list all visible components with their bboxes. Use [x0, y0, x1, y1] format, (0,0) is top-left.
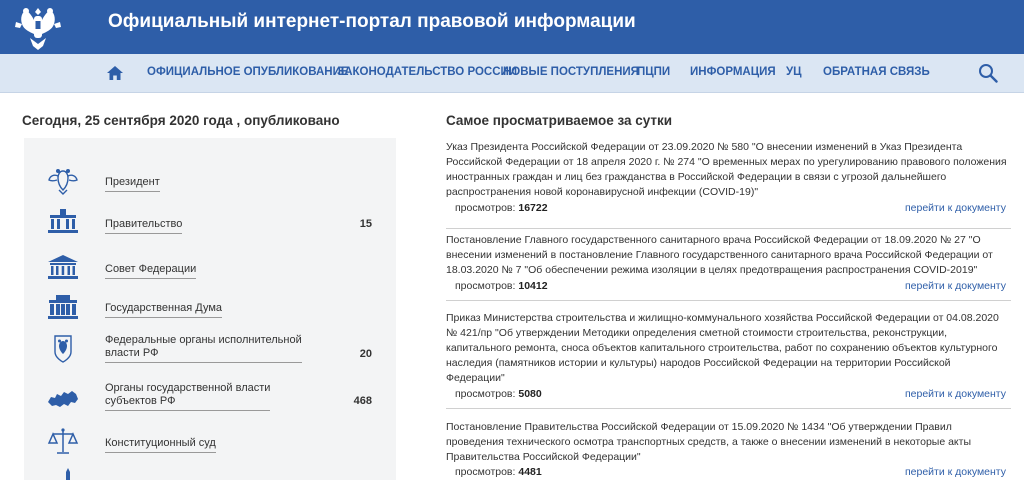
- most-viewed-title: Самое просматриваемое за сутки: [446, 113, 673, 128]
- document-views: просмотров: 4481: [455, 466, 542, 478]
- nav-item-russian-legislation[interactable]: ЗАКОНОДАТЕЛЬСТВО РОССИИ: [337, 66, 517, 78]
- category-label: Органы государственной власти субъектов …: [105, 382, 271, 411]
- category-president[interactable]: Президент: [24, 164, 396, 208]
- home-icon[interactable]: [107, 66, 123, 80]
- category-label: Конституционный суд: [105, 437, 216, 453]
- document-title[interactable]: Приказ Министерства строительства и жили…: [446, 311, 1011, 386]
- divider: [446, 228, 1011, 229]
- search-icon[interactable]: [978, 63, 998, 83]
- document-item: Постановление Главного государственного …: [446, 233, 1011, 301]
- site-header: Официальный интернет-портал правовой инф…: [0, 0, 1024, 54]
- category-constitutional-court[interactable]: Конституционный суд: [24, 425, 396, 469]
- federation-council-building-icon: [48, 255, 78, 279]
- category-count: 15: [359, 218, 372, 230]
- document-item: Приказ Министерства строительства и жили…: [446, 311, 1011, 409]
- government-building-icon: [48, 209, 78, 233]
- russia-map-icon: [48, 391, 78, 407]
- tower-icon: [66, 468, 70, 480]
- category-regional-authorities[interactable]: Органы государственной власти субъектов …: [24, 378, 396, 422]
- document-title[interactable]: Постановление Правительства Российской Ф…: [446, 420, 1011, 465]
- document-views: просмотров: 10412: [455, 280, 548, 292]
- category-federation-council[interactable]: Совет Федерации: [24, 248, 396, 292]
- category-count: 468: [353, 395, 372, 407]
- nav-item-pcpi[interactable]: ПЦПИ: [637, 66, 670, 78]
- category-federal-executive-bodies[interactable]: Федеральные органы исполнительной власти…: [24, 330, 396, 374]
- scales-icon: [47, 428, 79, 454]
- document-title[interactable]: Постановление Главного государственного …: [446, 233, 1011, 278]
- state-duma-building-icon: [48, 295, 78, 319]
- divider: [446, 408, 1011, 409]
- views-count: 4481: [518, 466, 542, 478]
- nav-item-feedback[interactable]: ОБРАТНАЯ СВЯЗЬ: [823, 66, 930, 78]
- category-label: Правительство: [105, 218, 183, 234]
- go-to-document-link[interactable]: перейти к документу: [905, 280, 1006, 292]
- document-views: просмотров: 5080: [455, 388, 542, 400]
- main-nav: ОФИЦИАЛЬНОЕ ОПУБЛИКОВАНИЕ ЗАКОНОДАТЕЛЬСТ…: [0, 54, 1024, 93]
- go-to-document-link[interactable]: перейти к документу: [905, 466, 1006, 478]
- category-count: 20: [359, 348, 372, 360]
- document-item: Постановление Правительства Российской Ф…: [446, 420, 1011, 480]
- category-label: Совет Федерации: [105, 263, 197, 279]
- views-label: просмотров:: [455, 202, 516, 214]
- document-title[interactable]: Указ Президента Российской Федерации от …: [446, 140, 1011, 200]
- views-label: просмотров:: [455, 388, 516, 400]
- category-label: Государственная Дума: [105, 302, 223, 318]
- go-to-document-link[interactable]: перейти к документу: [905, 202, 1006, 214]
- site-title[interactable]: Официальный интернет-портал правовой инф…: [108, 11, 636, 33]
- document-views: просмотров: 16722: [455, 202, 548, 214]
- nav-item-new-arrivals[interactable]: НОВЫЕ ПОСТУПЛЕНИЯ: [503, 66, 639, 78]
- published-today-title: Сегодня, 25 сентября 2020 года , опублик…: [22, 113, 340, 128]
- go-to-document-link[interactable]: перейти к документу: [905, 388, 1006, 400]
- publication-categories-panel: Президент Правительство 15 Совет Федерац…: [24, 138, 396, 480]
- shield-emblem-icon: [54, 335, 72, 363]
- eagle-icon: [48, 169, 78, 195]
- document-item: Указ Президента Российской Федерации от …: [446, 140, 1011, 229]
- nav-item-official-publication[interactable]: ОФИЦИАЛЬНОЕ ОПУБЛИКОВАНИЕ: [147, 66, 349, 78]
- views-count: 16722: [518, 202, 548, 214]
- views-count: 5080: [518, 388, 542, 400]
- views-label: просмотров:: [455, 466, 516, 478]
- views-label: просмотров:: [455, 280, 516, 292]
- nav-item-uc[interactable]: УЦ: [786, 66, 802, 78]
- category-label: Федеральные органы исполнительной власти…: [105, 334, 302, 363]
- double-headed-eagle-icon[interactable]: [12, 2, 64, 52]
- category-label: Президент: [105, 176, 160, 192]
- views-count: 10412: [518, 280, 548, 292]
- nav-item-information[interactable]: ИНФОРМАЦИЯ: [690, 66, 776, 78]
- category-state-duma[interactable]: Государственная Дума: [24, 288, 396, 332]
- category-government[interactable]: Правительство 15: [24, 204, 396, 248]
- divider: [446, 300, 1011, 301]
